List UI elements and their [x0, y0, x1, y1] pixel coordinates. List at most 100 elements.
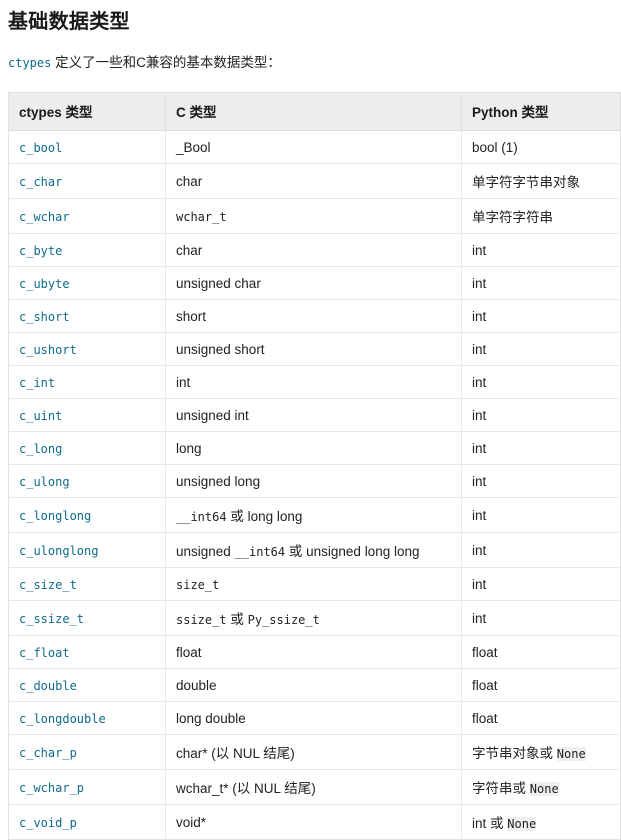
ctypes-type-link[interactable]: c_wchar [19, 210, 70, 224]
table-row: c_longlong __int64 或 long long int [8, 497, 621, 533]
cell-ctypes-type: c_uint [8, 398, 166, 432]
ctypes-type-link[interactable]: c_byte [19, 244, 62, 258]
c-type-text: char* (以 NUL 结尾) [176, 746, 295, 761]
cell-python-type: bool (1) [461, 130, 621, 164]
cell-python-type: int [461, 332, 621, 366]
ctypes-type-link[interactable]: c_bool [19, 141, 62, 155]
ctypes-type-link[interactable]: c_ssize_t [19, 612, 84, 626]
python-type-text: int [472, 374, 487, 390]
cell-python-type: 字符串或 None [461, 769, 621, 805]
cell-c-type: double [165, 668, 462, 702]
c-type-text: unsigned [176, 544, 235, 559]
intro-paragraph: ctypes 定义了一些和C兼容的基本数据类型： [4, 36, 617, 72]
cell-python-type: float [461, 635, 621, 669]
c-type-text: unsigned int [176, 407, 249, 423]
ctypes-type-link[interactable]: c_size_t [19, 578, 77, 592]
python-type-text: 单字符字节串对象 [472, 175, 580, 190]
cell-ctypes-type: c_double [8, 668, 166, 702]
cell-python-type: int [461, 365, 621, 399]
cell-python-type: int [461, 600, 621, 636]
ctypes-type-link[interactable]: c_short [19, 310, 70, 324]
table-row: c_ssize_t ssize_t 或 Py_ssize_t int [8, 600, 621, 636]
c-type-code: ssize_t [176, 613, 227, 627]
cell-c-type: long [165, 431, 462, 465]
cell-c-type: float [165, 635, 462, 669]
cell-ctypes-type: c_ulong [8, 464, 166, 498]
python-type-text: 字节串对象或 [472, 746, 557, 761]
cell-ctypes-type: c_float [8, 635, 166, 669]
python-type-text: int [472, 542, 487, 558]
table-row: c_bool _Bool bool (1) [8, 130, 621, 164]
cell-ctypes-type: c_ushort [8, 332, 166, 366]
python-type-text: int [472, 407, 487, 423]
c-type-text: long double [176, 710, 246, 726]
table-row: c_ushort unsigned short int [8, 332, 621, 366]
ctypes-type-link[interactable]: c_float [19, 646, 70, 660]
cell-ctypes-type: c_byte [8, 233, 166, 267]
python-type-code: None [556, 747, 586, 761]
cell-python-type: int [461, 497, 621, 533]
ctypes-type-link[interactable]: c_longdouble [19, 712, 106, 726]
cell-c-type: char* (以 NUL 结尾) [165, 734, 462, 770]
table-row: c_wchar wchar_t 单字符字符串 [8, 198, 621, 234]
cell-python-type: int [461, 233, 621, 267]
cell-ctypes-type: c_size_t [8, 567, 166, 601]
ctypes-type-link[interactable]: c_wchar_p [19, 781, 84, 795]
c-type-text: short [176, 308, 207, 324]
python-type-text: float [472, 644, 498, 660]
cell-ctypes-type: c_bool [8, 130, 166, 164]
table-row: c_short short int [8, 299, 621, 333]
cell-ctypes-type: c_longlong [8, 497, 166, 533]
ctypes-type-link[interactable]: c_ulonglong [19, 544, 98, 558]
ctypes-type-link[interactable]: c_ubyte [19, 277, 70, 291]
c-type-text: _Bool [176, 139, 211, 155]
cell-c-type: unsigned __int64 或 unsigned long long [165, 532, 462, 568]
ctypes-type-link[interactable]: c_long [19, 442, 62, 456]
ctypes-code-literal: ctypes [8, 56, 52, 70]
table-row: c_ubyte unsigned char int [8, 266, 621, 300]
table-row: c_double double float [8, 668, 621, 702]
ctypes-type-link[interactable]: c_ushort [19, 343, 77, 357]
cell-python-type: 单字符字节串对象 [461, 163, 621, 199]
ctypes-type-link[interactable]: c_int [19, 376, 55, 390]
cell-python-type: float [461, 668, 621, 702]
c-type-text: wchar_t* (以 NUL 结尾) [176, 781, 316, 796]
table-row: c_int int int [8, 365, 621, 399]
document-page: 基础数据类型 ctypes 定义了一些和C兼容的基本数据类型： ctypes 类… [0, 0, 621, 840]
cell-ctypes-type: c_wchar [8, 198, 166, 234]
c-type-text: unsigned char [176, 275, 261, 291]
cell-c-type: char [165, 163, 462, 199]
cell-ctypes-type: c_char [8, 163, 166, 199]
c-type-text: char [176, 173, 203, 189]
cell-ctypes-type: c_short [8, 299, 166, 333]
cell-ctypes-type: c_long [8, 431, 166, 465]
python-type-text: int [472, 308, 487, 324]
python-type-text: float [472, 710, 498, 726]
ctypes-type-link[interactable]: c_char [19, 175, 62, 189]
cell-python-type: int [461, 299, 621, 333]
c-type-text: unsigned short [176, 341, 265, 357]
c-type-text: unsigned long [176, 473, 261, 489]
cell-c-type: wchar_t* (以 NUL 结尾) [165, 769, 462, 805]
cell-ctypes-type: c_wchar_p [8, 769, 166, 805]
cell-python-type: int [461, 464, 621, 498]
ctypes-type-link[interactable]: c_uint [19, 409, 62, 423]
ctypes-type-link[interactable]: c_ulong [19, 475, 70, 489]
ctypes-type-link[interactable]: c_void_p [19, 816, 77, 830]
cell-c-type: unsigned short [165, 332, 462, 366]
data-types-table: ctypes 类型 C 类型 Python 类型 c_bool _Bool bool… [8, 92, 621, 840]
table-row: c_char_p char* (以 NUL 结尾) 字节串对象或 None [8, 734, 621, 770]
cell-ctypes-type: c_char_p [8, 734, 166, 770]
cell-ctypes-type: c_ubyte [8, 266, 166, 300]
table-row: c_longdouble long double float [8, 701, 621, 735]
cell-c-type: wchar_t [165, 198, 462, 234]
ctypes-type-link[interactable]: c_longlong [19, 509, 91, 523]
python-type-text: 字符串或 [472, 781, 530, 796]
c-type-text: 或 [226, 612, 248, 627]
ctypes-type-link[interactable]: c_double [19, 679, 77, 693]
cell-c-type: size_t [165, 567, 462, 601]
python-type-text: int [472, 275, 487, 291]
table-row: c_void_p void* int 或 None [8, 804, 621, 840]
ctypes-type-link[interactable]: c_char_p [19, 746, 77, 760]
c-type-text: 或 long long [226, 509, 303, 524]
